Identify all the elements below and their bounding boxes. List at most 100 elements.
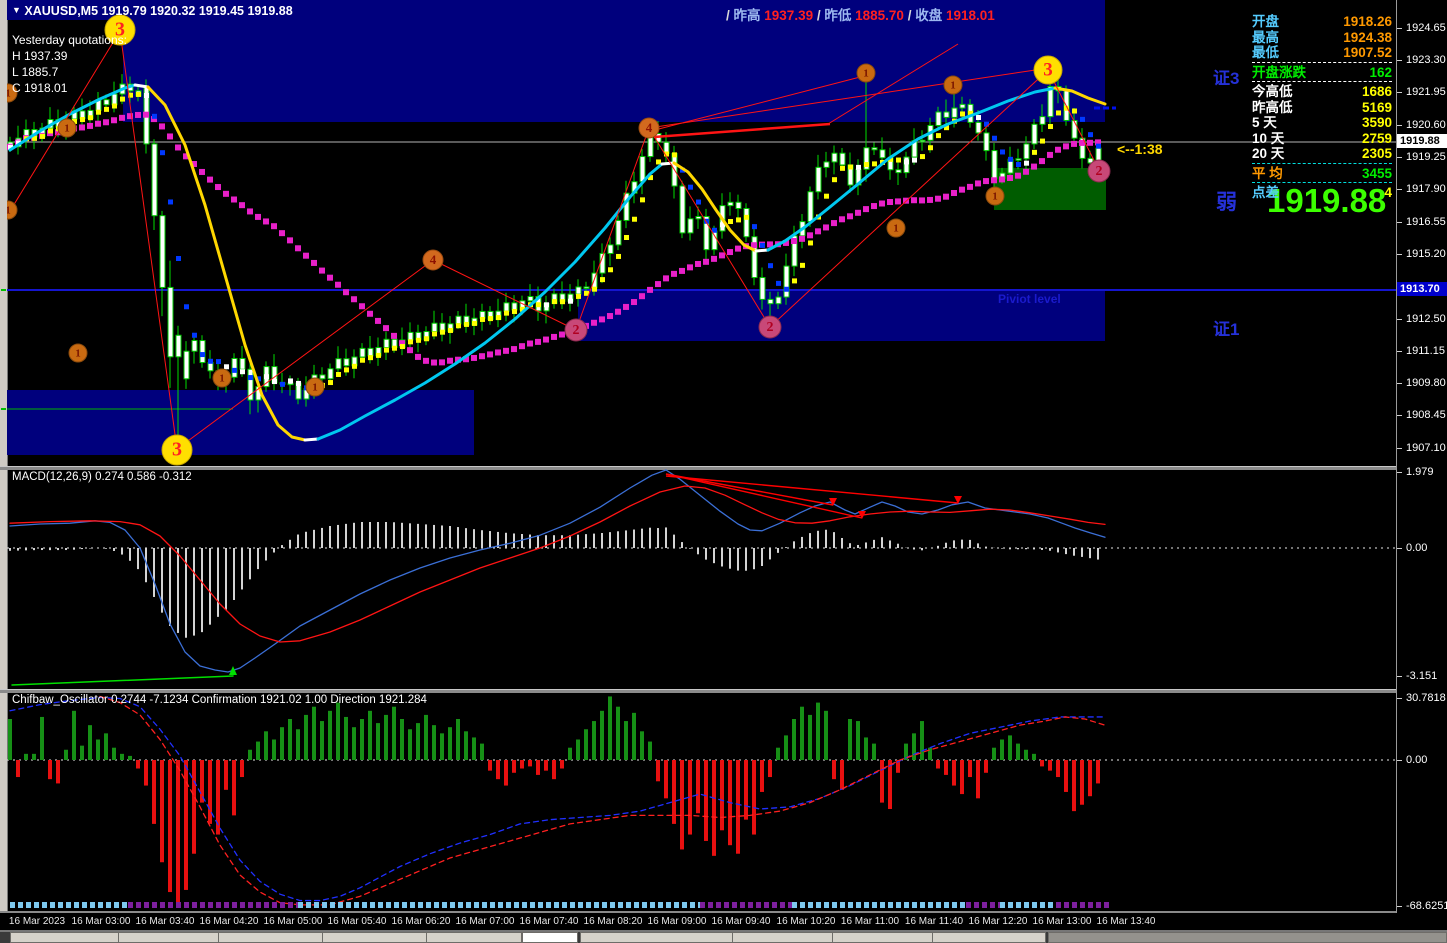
stat-value: 3590 xyxy=(1361,115,1392,130)
time-label: 16 Mar 06:20 xyxy=(391,916,451,927)
svg-text:2: 2 xyxy=(1096,164,1103,179)
svg-text:1: 1 xyxy=(75,348,81,360)
price-tick xyxy=(1397,254,1402,255)
yesterday-line: C 1918.01 xyxy=(12,81,68,95)
level-lines xyxy=(7,141,1396,410)
left-edge-mark-2 xyxy=(1,408,6,410)
bottom-strip-divider xyxy=(322,933,323,942)
svg-text:1: 1 xyxy=(893,223,899,235)
price-tick xyxy=(1397,189,1402,190)
svg-text:1: 1 xyxy=(64,123,70,135)
time-label: 16 Mar 07:40 xyxy=(519,916,579,927)
weak-label: 弱 xyxy=(1216,191,1237,214)
stats-panel: 开盘 1918.26 最高 1924.38 最低 1907.52 开盘涨跌 162 今高低 168… xyxy=(1252,14,1392,201)
macd-signal-fan xyxy=(665,473,962,519)
stat-row: 开盘 1918.26 xyxy=(1252,14,1392,30)
oscillator-panel[interactable] xyxy=(7,692,1397,911)
indicator-axis-tick xyxy=(1397,698,1402,699)
stat-value: 2305 xyxy=(1361,146,1392,161)
stat-label: 点差 xyxy=(1252,185,1279,200)
time-label: 16 Mar 08:20 xyxy=(583,916,643,927)
price-tick xyxy=(1397,448,1402,449)
stat-row: 昨高低 5169 xyxy=(1252,100,1392,116)
stat-row: 点差 4 xyxy=(1252,185,1392,201)
indicator-axis-label: 1.979 xyxy=(1406,466,1434,478)
stat-value: 162 xyxy=(1369,64,1392,80)
stat-label: 10 天 xyxy=(1252,130,1285,146)
symbol-ohlc-text: XAUUSD,M5 1919.79 1920.32 1919.45 1919.8… xyxy=(24,4,293,18)
price-tick-label: 1921.95 xyxy=(1406,86,1446,98)
stat-label: 5 天 xyxy=(1252,115,1277,130)
stat-label: 20 天 xyxy=(1252,146,1285,161)
bottom-strip-segment[interactable] xyxy=(10,932,522,943)
time-axis[interactable]: 16 Mar 2023 16 Mar 03:00 16 Mar 03:40 16 Ma… xyxy=(0,913,1447,930)
stat-row: 今高低 1686 xyxy=(1252,84,1392,100)
time-label: 16 Mar 2023 xyxy=(8,916,66,927)
svg-text:3: 3 xyxy=(172,439,182,461)
stat-separator xyxy=(1252,81,1392,82)
svg-text:1: 1 xyxy=(219,373,225,385)
price-tick xyxy=(1397,157,1402,158)
stat-separator xyxy=(1252,182,1392,183)
prev-quote-label: 昨高 xyxy=(733,8,765,23)
stat-value: 4 xyxy=(1384,185,1392,200)
timing-strip xyxy=(10,902,1109,908)
yesterday-title: Yesterday quotations: xyxy=(12,33,127,47)
bottom-strip-segment[interactable] xyxy=(580,932,1046,943)
current-price-label: 1919.88 xyxy=(1397,134,1447,148)
time-label: 16 Mar 09:00 xyxy=(647,916,707,927)
prev-quote-value: 1885.70 xyxy=(855,8,908,23)
symbol-dropdown-icon[interactable]: ▼ xyxy=(12,5,21,15)
bottom-strip-segment[interactable] xyxy=(522,932,578,943)
stat-label: 平 均 xyxy=(1252,165,1283,181)
price-tick-label: 1917.90 xyxy=(1406,183,1446,195)
time-label: 16 Mar 04:20 xyxy=(199,916,259,927)
stat-label: 开盘 xyxy=(1252,14,1279,29)
price-tick-label: 1915.20 xyxy=(1406,248,1446,260)
bottom-strip-segment[interactable] xyxy=(1048,932,1447,943)
svg-text:1: 1 xyxy=(312,382,318,394)
stat-row: 5 天 3590 xyxy=(1252,115,1392,131)
prev-day-quotes: / 昨高 1937.39 / 昨低 1885.70 / 收盘 1918.01 xyxy=(726,8,995,23)
svg-text:2: 2 xyxy=(573,323,580,338)
price-tick-label: 1911.15 xyxy=(1406,345,1445,357)
pivot-price-label: 1913.70 xyxy=(1397,282,1447,296)
indicator-axis-tick xyxy=(1397,472,1402,473)
indicator-axis-label: -3.151 xyxy=(1406,670,1438,682)
indicator-axis-label: 0.00 xyxy=(1406,542,1428,554)
price-tick xyxy=(1397,125,1402,126)
svg-text:4: 4 xyxy=(646,120,653,135)
time-label: 16 Mar 11:00 xyxy=(840,916,900,927)
price-tick xyxy=(1397,222,1402,223)
indicator-axis-tick xyxy=(1397,548,1402,549)
symbol-title: ▼ XAUUSD,M5 1919.79 1920.32 1919.45 1919… xyxy=(12,4,293,18)
yesterday-line: H 1937.39 xyxy=(12,49,68,63)
price-axis[interactable]: 1924.65 1923.30 1921.95 1920.60 1919.25 1917.… xyxy=(1396,0,1447,930)
price-tick xyxy=(1397,415,1402,416)
zone-label-bottom: 证1 xyxy=(1213,320,1240,339)
bottom-window-strip[interactable] xyxy=(0,932,1447,943)
time-label: 16 Mar 03:40 xyxy=(135,916,195,927)
stat-value: 1907.52 xyxy=(1343,45,1392,60)
svg-text:3: 3 xyxy=(1043,59,1053,80)
macd-histogram xyxy=(9,522,1099,638)
prev-quote-label: 昨低 xyxy=(824,8,856,23)
stat-label: 最低 xyxy=(1252,45,1279,60)
time-label: 16 Mar 13:00 xyxy=(1032,916,1092,927)
time-label: 16 Mar 05:40 xyxy=(327,916,387,927)
main-chart[interactable]: 333442 221111111111 xyxy=(7,0,1397,466)
indicator-axis-label: 0.00 xyxy=(1406,754,1428,766)
yesterday-quotations: Yesterday quotations: H 1937.39 L 1885.7 C… xyxy=(12,32,127,96)
price-tick-label: 1916.55 xyxy=(1406,216,1446,228)
stat-row: 10 天 2759 xyxy=(1252,131,1392,147)
stat-value: 3455 xyxy=(1361,165,1392,181)
indicator-axis-tick xyxy=(1397,676,1402,677)
oscillator-histogram xyxy=(8,696,1100,905)
stat-value: 1918.26 xyxy=(1343,14,1392,29)
trend-wave-line xyxy=(8,83,1116,442)
macd-panel[interactable] xyxy=(7,469,1397,689)
svg-text:4: 4 xyxy=(430,252,437,267)
stat-row: 开盘涨跌 162 xyxy=(1252,65,1392,81)
price-tick-label: 1908.45 xyxy=(1406,409,1446,421)
price-tick-label: 1907.10 xyxy=(1406,442,1446,454)
